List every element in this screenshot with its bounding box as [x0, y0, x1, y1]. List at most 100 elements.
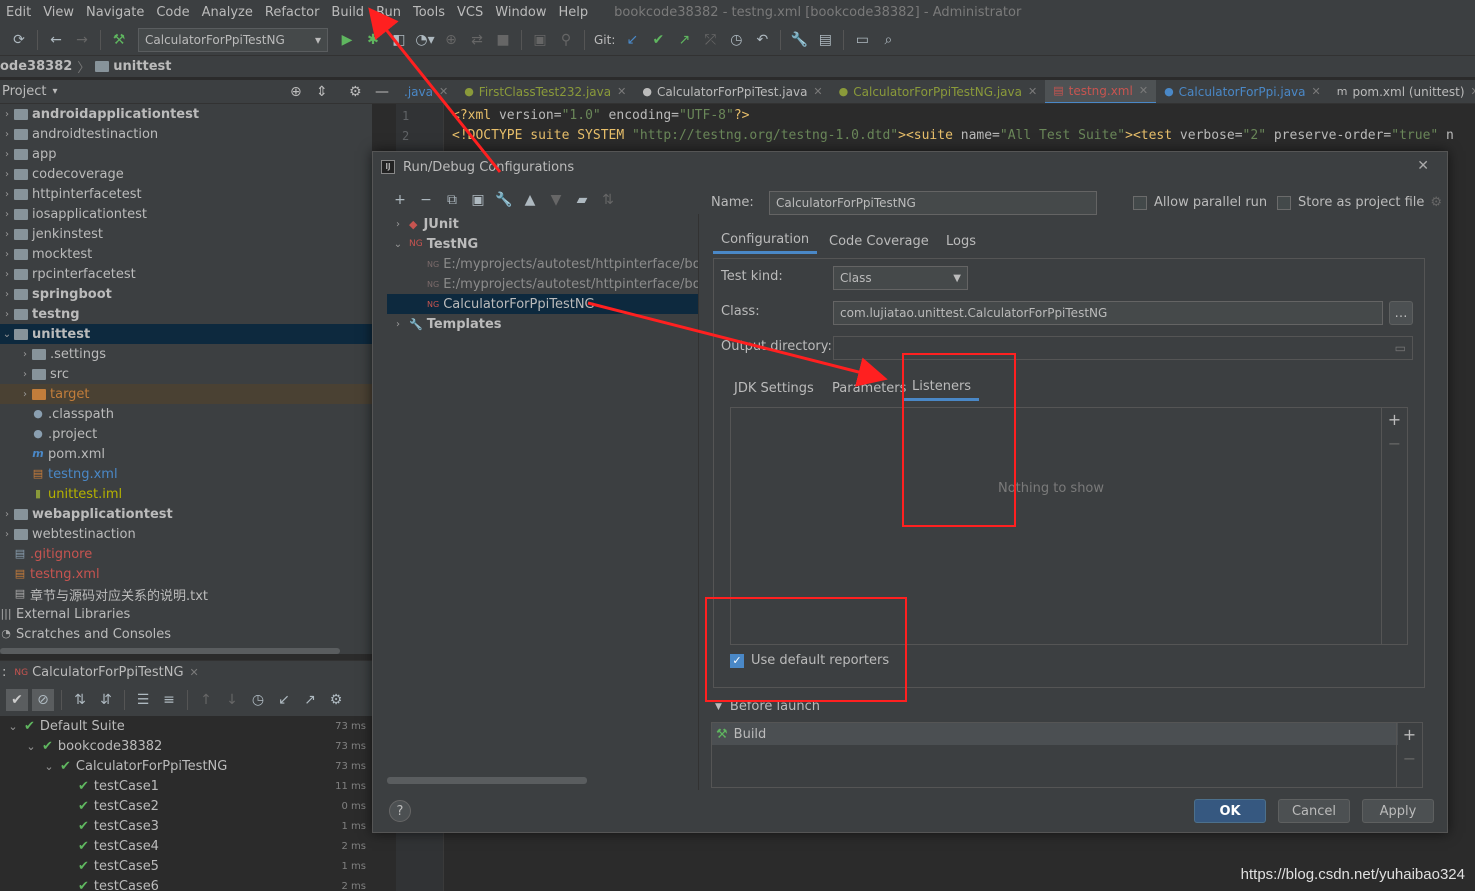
chevron-right-icon[interactable]: › [0, 209, 14, 220]
collapse-all-icon[interactable]: ≡ [158, 689, 180, 711]
close-icon[interactable]: ✕ [813, 85, 822, 98]
collapse-icon[interactable]: ⇕ [316, 84, 328, 100]
chevron-right-icon[interactable]: › [18, 389, 32, 400]
tab-parameters[interactable]: Parameters [824, 375, 914, 401]
history-icon[interactable]: ◷ [725, 29, 747, 51]
settings-wrench-icon[interactable]: 🔧 [788, 29, 810, 51]
tree-item[interactable]: › springboot [0, 284, 372, 304]
tree-item[interactable]: › androidapplicationtest [0, 104, 372, 124]
editor-tab[interactable]: ▤ testng.xml ✕ [1045, 80, 1157, 103]
chevron-right-icon[interactable]: › [18, 369, 32, 380]
tree-item[interactable]: › mocktest [0, 244, 372, 264]
run-icon[interactable]: ▶ [336, 29, 358, 51]
sort-icon[interactable]: ⇅ [595, 192, 621, 208]
revert-icon[interactable]: ↶ [751, 29, 773, 51]
tree-item[interactable]: › webtestinaction [0, 524, 372, 544]
tree-item[interactable]: ● .project [0, 424, 372, 444]
allow-parallel-checkbox[interactable]: Allow parallel run [1133, 195, 1267, 210]
menu-code[interactable]: Code [150, 5, 195, 20]
editor-tab[interactable]: ● CalculatorForPpi.java ✕ [1156, 80, 1329, 103]
tree-item[interactable]: ● .classpath [0, 404, 372, 424]
close-icon[interactable]: ✕ [190, 666, 199, 679]
git-update-icon[interactable]: ↙ [621, 29, 643, 51]
test-result-row[interactable]: ⌄ ✔ bookcode38382 73 ms [0, 736, 372, 756]
show-passed-icon[interactable]: ✔ [6, 689, 28, 711]
name-field[interactable]: CalculatorForPpiTestNG [769, 191, 1097, 215]
tree-item[interactable]: m pom.xml [0, 444, 372, 464]
horizontal-scrollbar[interactable] [0, 648, 340, 654]
tree-item[interactable]: › rpcinterfacetest [0, 264, 372, 284]
menu-help[interactable]: Help [553, 5, 595, 20]
sort-duration-icon[interactable]: ⇵ [95, 689, 117, 711]
search-device-icon[interactable]: ⚲ [555, 29, 577, 51]
tree-item[interactable]: ▮ unittest.iml [0, 484, 372, 504]
editor-tab[interactable]: ● CalculatorForPpiTestNG.java ✕ [831, 80, 1046, 103]
search-icon[interactable]: ⌕ [877, 29, 899, 51]
test-result-row[interactable]: ✔ testCase6 2 ms [0, 876, 372, 891]
test-result-row[interactable]: ✔ testCase3 1 ms [0, 816, 372, 836]
stop-icon[interactable]: ■ [492, 29, 514, 51]
config-tree-item[interactable]: NG E:/myprojects/autotest/httpinterface/b… [387, 274, 698, 294]
project-panel-title[interactable]: Project [2, 84, 46, 99]
close-icon[interactable]: ✕ [1139, 84, 1148, 97]
tree-item[interactable]: › codecoverage [0, 164, 372, 184]
cancel-button[interactable]: Cancel [1278, 799, 1350, 823]
config-tree-item[interactable]: › 🔧 Templates [387, 314, 698, 334]
add-task-icon[interactable]: + [1397, 723, 1422, 747]
test-result-row[interactable]: ✔ testCase4 2 ms [0, 836, 372, 856]
tree-item[interactable]: ⌄ unittest [0, 324, 372, 344]
editor-tab[interactable]: .java ✕ [396, 80, 456, 103]
device-icon[interactable]: ▣ [529, 29, 551, 51]
tree-item[interactable]: ▤ testng.xml [0, 564, 372, 584]
locate-icon[interactable]: ⊕ [290, 84, 302, 100]
chevron-down-icon[interactable]: ⌄ [42, 760, 56, 773]
chevron-right-icon[interactable]: › [0, 309, 14, 320]
close-icon[interactable]: ✕ [439, 85, 448, 98]
close-icon[interactable]: ✕ [1471, 85, 1475, 98]
test-kind-select[interactable]: Class ▼ [833, 266, 968, 290]
run-config-selector[interactable]: CalculatorForPpiTestNG ▾ [138, 27, 328, 52]
test-result-row[interactable]: ✔ testCase1 11 ms [0, 776, 372, 796]
chevron-right-icon[interactable]: › [0, 249, 14, 260]
test-result-row[interactable]: ✔ testCase5 1 ms [0, 856, 372, 876]
menu-analyze[interactable]: Analyze [196, 5, 259, 20]
tree-item[interactable]: › .settings [0, 344, 372, 364]
chevron-down-icon[interactable]: ⌄ [0, 329, 14, 340]
move-up-icon[interactable]: ▲ [517, 192, 543, 208]
menu-window[interactable]: Window [489, 5, 552, 20]
copy-icon[interactable]: ⧉ [439, 192, 465, 208]
forward-icon[interactable]: → [71, 29, 93, 51]
chevron-right-icon[interactable]: › [0, 129, 14, 140]
close-icon[interactable]: ✕ [1312, 85, 1321, 98]
editor-tab[interactable]: ● CalculatorForPpiTest.java ✕ [634, 80, 830, 103]
tree-item[interactable]: › src [0, 364, 372, 384]
close-icon[interactable]: ✕ [1028, 85, 1037, 98]
close-icon[interactable]: ✕ [617, 85, 626, 98]
breadcrumb-project[interactable]: ode38382 [0, 59, 72, 74]
menu-navigate[interactable]: Navigate [80, 5, 150, 20]
tree-item[interactable]: › testng [0, 304, 372, 324]
tree-item[interactable]: ▤ testng.xml [0, 464, 372, 484]
debug-icon[interactable]: ✱ [362, 29, 384, 51]
apply-button[interactable]: Apply [1362, 799, 1434, 823]
tree-item[interactable]: › iosapplicationtest [0, 204, 372, 224]
tree-item[interactable]: › webapplicationtest [0, 504, 372, 524]
menu-build[interactable]: Build [325, 5, 370, 20]
breadcrumb-module[interactable]: unittest [113, 59, 171, 74]
horizontal-scrollbar[interactable] [387, 777, 587, 784]
git-compare-icon[interactable]: ⤱ [699, 29, 721, 51]
attach-icon[interactable]: ⊕ [440, 29, 462, 51]
tree-item[interactable]: ▤ .gitignore [0, 544, 372, 564]
save-icon[interactable]: ▣ [465, 192, 491, 208]
prev-failed-icon[interactable]: ↑ [195, 689, 217, 711]
test-result-row[interactable]: ✔ testCase2 0 ms [0, 796, 372, 816]
folder-icon[interactable]: ▰ [569, 192, 595, 208]
class-field[interactable]: com.lujiatao.unittest.CalculatorForPpiTe… [833, 301, 1383, 325]
remove-icon[interactable]: − [413, 192, 439, 208]
editor-tab[interactable]: m pom.xml (unittest) ✕ [1329, 80, 1475, 103]
rerun-icon[interactable]: ⇄ [466, 29, 488, 51]
expand-all-icon[interactable]: ☰ [132, 689, 154, 711]
help-button[interactable]: ? [389, 800, 411, 822]
chevron-right-icon[interactable]: › [18, 349, 32, 360]
chevron-right-icon[interactable]: › [0, 149, 14, 160]
